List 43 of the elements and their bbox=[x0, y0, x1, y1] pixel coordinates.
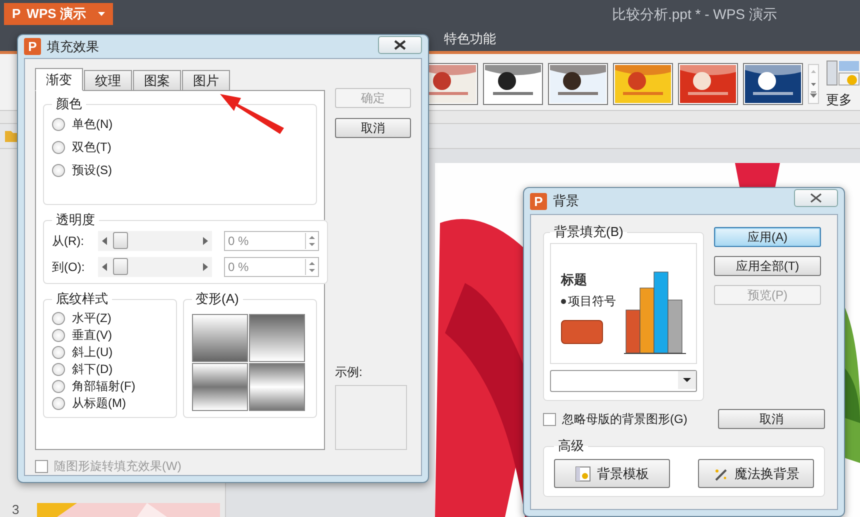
dialog-button[interactable]: 应用(A) bbox=[714, 227, 821, 247]
tab[interactable]: 图案 bbox=[133, 70, 181, 90]
dialog-button[interactable]: 取消 bbox=[335, 118, 411, 138]
document-title: 比较分析.ppt * - WPS 演示 bbox=[612, 6, 777, 24]
slider-label: 到(O): bbox=[52, 258, 86, 276]
tab[interactable]: 纹理 bbox=[84, 70, 132, 90]
dialog-title: 填充效果 bbox=[47, 38, 99, 56]
advanced-button[interactable]: 魔法换背景 bbox=[698, 459, 814, 488]
menu-tab[interactable]: 特色功能 bbox=[440, 27, 500, 51]
radio-label[interactable]: 斜下(D) bbox=[72, 361, 113, 378]
app-menu-button[interactable]: P WPS 演示 bbox=[4, 2, 113, 25]
group-title: 透明度 bbox=[55, 211, 96, 229]
checkbox-label[interactable]: 忽略母版的背景图形(G) bbox=[562, 410, 688, 428]
sample-label: 示例: bbox=[335, 364, 364, 381]
radio-label[interactable]: 斜上(U) bbox=[72, 344, 113, 361]
dialog-title: 背景 bbox=[553, 192, 579, 210]
radio-label[interactable]: 预设(S) bbox=[72, 162, 112, 178]
tab[interactable]: 图片 bbox=[182, 70, 230, 90]
app-logo: P bbox=[24, 38, 41, 55]
radio-label[interactable]: 水平(Z) bbox=[72, 310, 112, 327]
spin-field[interactable]: 0 % bbox=[224, 257, 319, 277]
group-title: 颜色 bbox=[55, 95, 83, 113]
tab[interactable]: 渐变 bbox=[35, 68, 83, 91]
radio-label[interactable]: 双色(T) bbox=[72, 138, 112, 156]
radio-label[interactable]: 垂直(V) bbox=[72, 327, 112, 344]
group-title: 高级 bbox=[557, 437, 585, 455]
group-title: 底纹样式 bbox=[55, 290, 109, 308]
spin-field[interactable]: 0 % bbox=[224, 231, 319, 251]
group-title: 变形(A) bbox=[194, 290, 240, 308]
radio-label[interactable]: 角部辐射(F) bbox=[72, 378, 136, 395]
cancel-button[interactable]: 取消 bbox=[718, 409, 825, 429]
more-templates-label[interactable]: 更多 bbox=[826, 90, 860, 109]
group-title: 背景填充(B) bbox=[553, 223, 624, 241]
slider-label: 从(R): bbox=[52, 232, 85, 250]
preview-heading: 标题 bbox=[561, 271, 588, 289]
radio-label[interactable]: 单色(N) bbox=[72, 116, 113, 132]
app-logo: P bbox=[530, 192, 547, 210]
advanced-button[interactable]: 背景模板 bbox=[554, 459, 670, 488]
app-logo: P bbox=[12, 6, 21, 22]
preview-bullet-text: 项目符号 bbox=[561, 293, 616, 310]
dialog-button[interactable]: 应用全部(T) bbox=[714, 256, 821, 276]
radio-label[interactable]: 从标题(M) bbox=[72, 395, 126, 412]
slide-number: 3 bbox=[12, 502, 20, 517]
